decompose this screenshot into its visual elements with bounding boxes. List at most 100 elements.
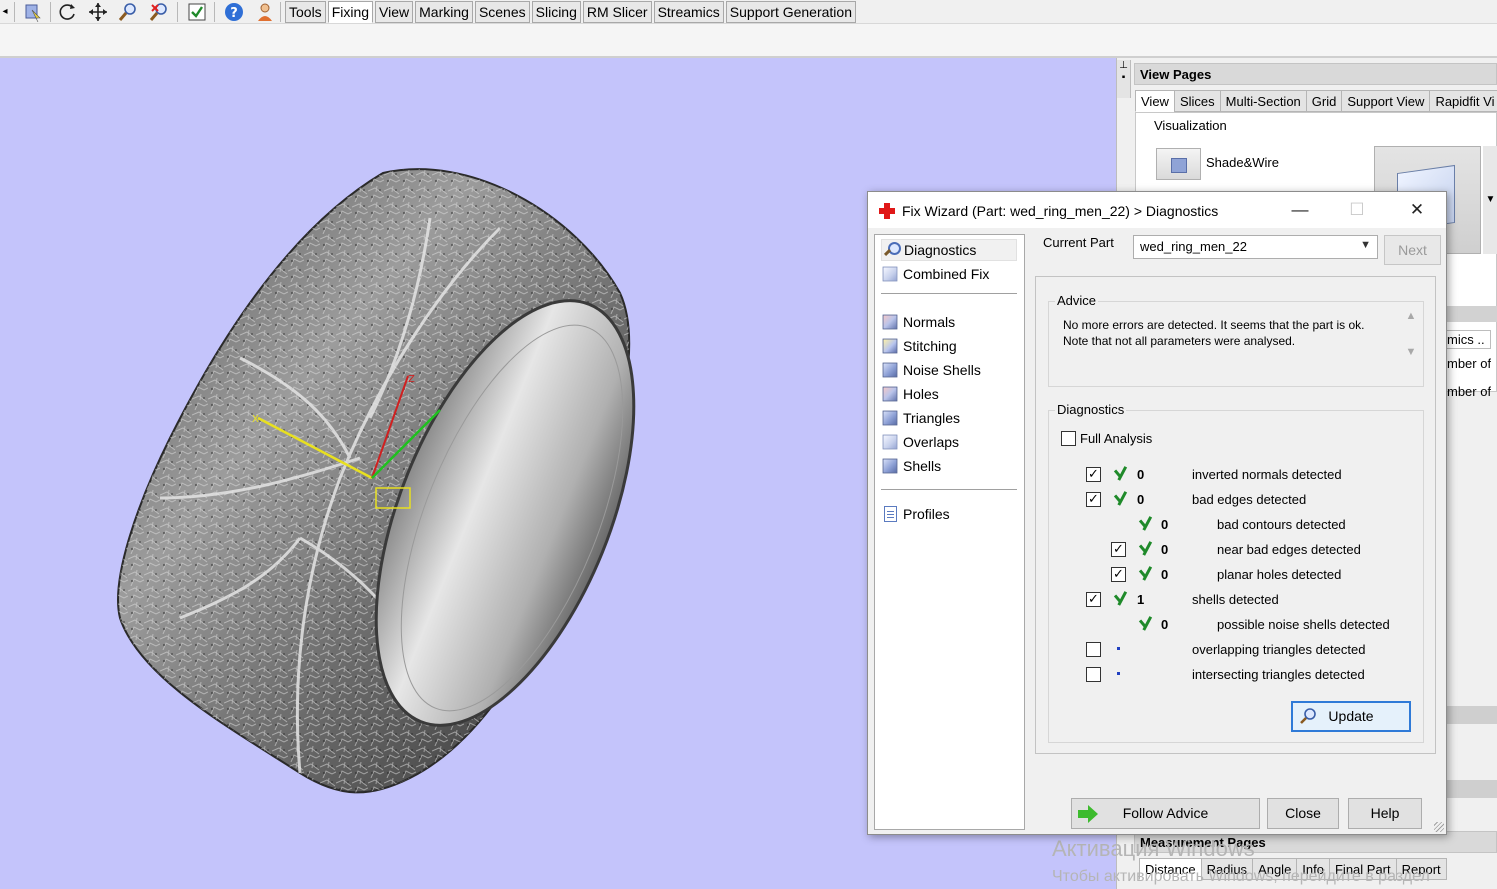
x-axis-label: X [252,414,259,425]
nav-item-overlaps[interactable]: Overlaps [881,431,959,453]
partial-tab[interactable]: mics .. [1443,330,1491,349]
close-button[interactable]: Close [1267,798,1339,829]
diagnostic-count: 0 [1161,517,1169,532]
nav-item-label: Combined Fix [903,266,990,282]
z-axis-label: Z [408,374,415,385]
diagnostic-count: 0 [1161,542,1169,557]
menu-tab-support-generation[interactable]: Support Generation [725,1,856,23]
nav-item-diagnostics[interactable]: Diagnostics [881,239,1017,261]
dialog-titlebar[interactable]: Fix Wizard (Part: wed_ring_men_22) > Dia… [868,192,1446,228]
toolbar-overflow-icon[interactable]: ◂ [0,1,10,23]
planar-holes-checkbox[interactable]: ✓ [1111,567,1126,582]
nav-separator [881,293,1017,294]
fix-wizard-dialog: Fix Wizard (Part: wed_ring_men_22) > Dia… [867,191,1447,835]
tab-support-view[interactable]: Support View [1341,90,1431,112]
scroll-down-icon[interactable]: ▼ [1483,146,1497,254]
nav-item-label: Diagnostics [904,242,977,258]
near-bad-edges-checkbox[interactable]: ✓ [1111,542,1126,557]
nav-item-shells[interactable]: Shells [881,455,941,477]
windows-activation-watermark: Активация Windows [1052,836,1255,861]
update-button-label: Update [1328,708,1374,724]
windows-activation-hint: Чтобы активировать Windows, перейдите в … [1052,868,1430,885]
rotate-icon[interactable] [57,1,79,23]
current-part-select[interactable]: wed_ring_men_22 ▼ [1133,235,1378,259]
pan-icon[interactable] [87,1,109,23]
checklist-icon[interactable] [186,1,208,23]
part-select-icon[interactable] [22,1,44,23]
nav-item-normals[interactable]: Normals [881,311,955,333]
nav-item-label: Normals [903,314,956,330]
wizard-nav-list: Diagnostics Combined Fix Normals Stitchi… [874,234,1025,830]
toolbar-separator [280,2,281,22]
current-part-value: wed_ring_men_22 [1140,239,1247,254]
inverted-normals-checkbox[interactable]: ✓ [1086,467,1101,482]
diagnostic-label: near bad edges detected [1217,542,1361,557]
diagnostics-panel: Advice No more errors are detected. It s… [1035,276,1436,754]
user-icon[interactable] [254,1,276,23]
nav-item-holes[interactable]: Holes [881,383,939,405]
diagnostic-count: 0 [1161,617,1169,632]
diagnostic-label: inverted normals detected [1192,467,1342,482]
shade-mode-button[interactable] [1156,148,1201,180]
tab-multi-section[interactable]: Multi-Section [1219,90,1307,112]
shells-checkbox[interactable]: ✓ [1086,592,1101,607]
resize-grip[interactable] [1434,822,1444,832]
overlapping-triangles-checkbox[interactable] [1086,642,1101,657]
nav-item-stitching[interactable]: Stitching [881,335,957,357]
status-ok-icon [1135,614,1153,632]
menu-tab-marking[interactable]: Marking [415,1,473,23]
tab-grid[interactable]: Grid [1305,90,1343,112]
follow-advice-label: Follow Advice [1122,805,1209,821]
close-window-button[interactable]: ✕ [1397,197,1437,223]
magnifier-icon [882,241,901,259]
nav-item-label: Holes [903,386,939,402]
menu-tab-slicing[interactable]: Slicing [531,1,581,23]
help-button[interactable]: Help [1348,798,1422,829]
advice-scrollbar[interactable]: ▲ ▼ [1403,310,1419,366]
diagnostic-label: bad edges detected [1192,492,1307,507]
cube-icon [882,266,898,282]
tab-slices[interactable]: Slices [1173,90,1221,112]
current-part-label: Current Part [1043,235,1114,250]
menu-tab-streamics[interactable]: Streamics [653,1,724,23]
advice-group: Advice No more errors are detected. It s… [1048,293,1424,387]
zoom-icon[interactable] [117,1,139,23]
minimize-button[interactable]: — [1280,197,1320,223]
stitching-icon [882,338,898,354]
diagnostic-label: intersecting triangles detected [1192,667,1365,682]
nav-item-combined-fix[interactable]: Combined Fix [881,263,989,285]
panel-divider [1447,706,1497,724]
normals-icon [882,314,898,330]
menu-tab-view[interactable]: View [375,1,414,23]
menu-tab-scenes[interactable]: Scenes [474,1,530,23]
nav-item-profiles[interactable]: Profiles [881,503,950,525]
toolbar-separator [50,2,51,22]
triangles-icon [882,410,898,426]
menu-tab-rm-slicer[interactable]: RM Slicer [582,1,652,23]
diagnostic-label: planar holes detected [1217,567,1342,582]
help-icon[interactable]: ? [223,1,245,23]
nav-item-noise-shells[interactable]: Noise Shells [881,359,981,381]
status-ok-icon [1110,489,1128,507]
diagnostic-label: overlapping triangles detected [1192,642,1366,657]
tab-rapidfit-vi[interactable]: Rapidfit Vi [1429,90,1497,112]
partial-text: mber of [1447,384,1492,399]
nav-item-label: Triangles [903,410,961,426]
intersecting-triangles-checkbox[interactable] [1086,667,1101,682]
full-analysis-checkbox[interactable] [1061,431,1076,446]
advice-title: Advice [1055,293,1099,308]
menu-tab-tools[interactable]: Tools [285,1,326,23]
pin-icon[interactable]: ⊥ ▪ [1117,60,1131,98]
update-button[interactable]: Update [1291,701,1411,732]
nav-item-triangles[interactable]: Triangles [881,407,960,429]
menu-tab-fixing[interactable]: Fixing [327,1,374,23]
follow-advice-button[interactable]: Follow Advice [1071,798,1260,829]
advice-text: No more errors are detected. It seems th… [1063,318,1365,348]
fix-wizard-icon [879,203,895,219]
maximize-button[interactable]: ☐ [1337,197,1377,223]
tab-view[interactable]: View [1135,90,1175,112]
panel-divider [1447,780,1497,798]
next-button[interactable]: Next [1384,235,1441,265]
zoom-remove-icon[interactable] [148,1,170,23]
bad-edges-checkbox[interactable]: ✓ [1086,492,1101,507]
